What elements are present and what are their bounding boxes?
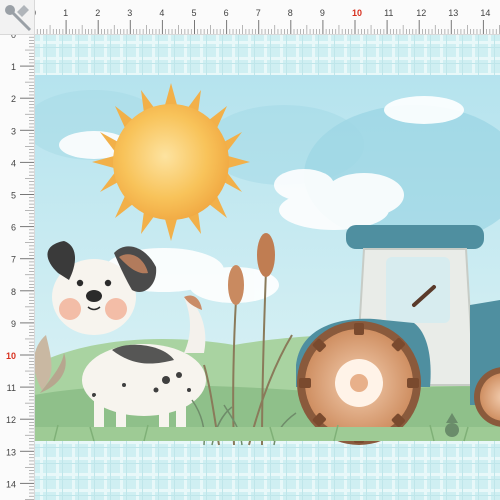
ruler-left-label: 7 [11, 255, 16, 265]
pushpin-icon [5, 5, 32, 32]
ruler-top-label: 8 [288, 8, 293, 18]
ruler-left-label: 4 [11, 158, 16, 168]
ruler-top-label: 11 [384, 8, 393, 18]
artwork-canvas [34, 35, 500, 500]
ruler-left-label: 6 [11, 223, 16, 233]
ruler-top-label: 12 [416, 8, 426, 18]
ruler-top-label: 3 [127, 8, 132, 18]
ruler-left-label: 10 [6, 351, 16, 361]
ruler-top-label: 2 [95, 8, 100, 18]
ruler-left-label: 11 [7, 383, 16, 393]
ruler-left-label: 9 [11, 319, 16, 329]
ruler-left-label: 2 [11, 94, 16, 104]
ruler-left-label: 8 [11, 287, 16, 297]
ruler-left-label: 3 [11, 126, 16, 136]
ruler-left-label: 1 [11, 62, 16, 72]
ruler-left-label: 12 [6, 415, 16, 425]
ruler-top-label: 9 [320, 8, 325, 18]
ruler-top: 01234567891011121314 [0, 0, 500, 35]
ruler-top-label: 7 [256, 8, 261, 18]
ruler-top-label: 6 [224, 8, 229, 18]
ruler-left: 01234567891011121314 [0, 0, 35, 500]
ruler-left-label: 13 [6, 447, 16, 457]
ruler-top-label: 1 [63, 8, 68, 18]
sun [92, 83, 250, 241]
ruler-top-ticks: 01234567891011121314 [31, 8, 500, 34]
ruler-left-label: 14 [6, 479, 16, 489]
fabric-artwork [34, 35, 500, 500]
ruler-top-label: 10 [352, 8, 362, 18]
ruler-top-label: 13 [448, 8, 458, 18]
scene-band [34, 75, 500, 446]
ruler-top-label: 14 [480, 8, 490, 18]
ruler-left-label: 5 [11, 191, 16, 201]
ruler-left-ticks: 01234567891011121314 [6, 30, 34, 500]
ruler-corner [0, 0, 35, 35]
ruler-top-label: 5 [192, 8, 197, 18]
ruler-top-label: 4 [159, 8, 164, 18]
